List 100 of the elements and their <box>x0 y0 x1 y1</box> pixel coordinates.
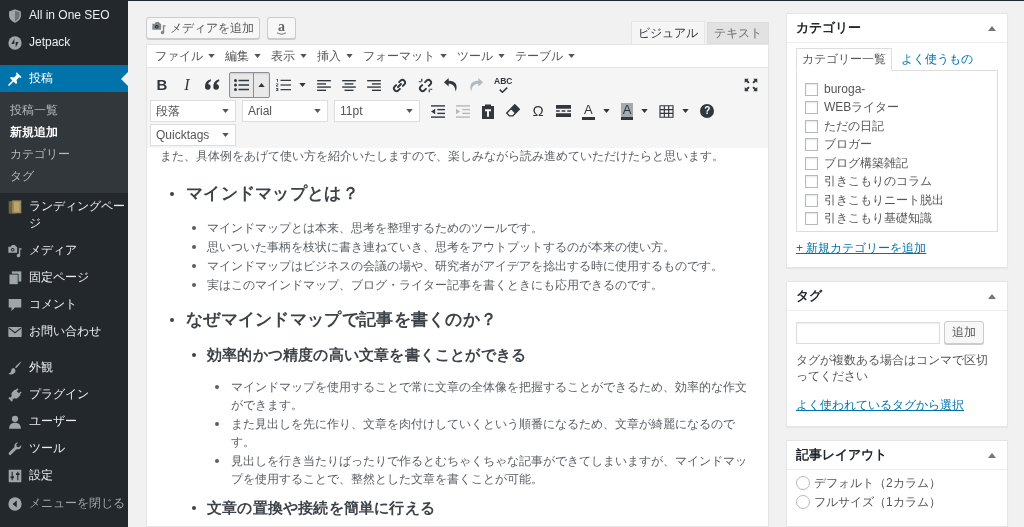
submenu-item[interactable]: カテゴリー <box>0 143 128 165</box>
editor-content-field[interactable] <box>146 148 769 527</box>
checkbox[interactable] <box>805 212 818 226</box>
text-color-button[interactable]: A <box>577 99 615 123</box>
special-character-button[interactable]: Ω <box>526 99 550 123</box>
sidebar-menu-item[interactable]: 外観 <box>0 354 128 381</box>
books-icon <box>8 199 22 214</box>
panel-title: タグ <box>796 287 822 305</box>
caret-up-icon[interactable] <box>988 452 996 458</box>
checkmark-icon <box>498 87 508 93</box>
caret-up-icon[interactable] <box>988 25 996 31</box>
current-pointer-icon <box>121 71 128 86</box>
paintbrush-icon <box>8 360 22 375</box>
caret-up-icon[interactable] <box>988 293 996 299</box>
checkbox[interactable] <box>805 101 818 115</box>
submenu-item[interactable]: 投稿一覧 <box>0 99 128 121</box>
list-item-text: 見出しを行き当たりばったりで作るとむちゃくちゃな記事ができてしまいますが、マインドマップを使用することで、整然とした文章を書くことが可能。 <box>231 453 748 488</box>
sidebar-menu-item[interactable]: All in One SEO <box>0 2 128 29</box>
editor-tab[interactable]: テキスト <box>707 22 769 44</box>
submenu-item[interactable]: タグ <box>0 165 128 187</box>
bullet-icon <box>215 385 219 389</box>
bullet-list-button[interactable] <box>229 72 270 98</box>
bullet-icon <box>192 353 196 357</box>
outdent-icon <box>431 104 445 118</box>
panel-title: カテゴリー <box>796 19 861 37</box>
bold-button[interactable]: B <box>150 72 174 98</box>
sidebar-menu-item[interactable]: 固定ページ <box>0 264 128 291</box>
caret-down-icon <box>602 109 610 113</box>
checkbox[interactable] <box>805 138 818 152</box>
popular-tags-link[interactable]: よく使われているタグから選択 <box>796 397 964 414</box>
menu-item[interactable]: ツール <box>452 46 510 66</box>
bullet-icon <box>192 506 196 510</box>
checkbox[interactable] <box>805 193 818 207</box>
menu-item[interactable]: ファイル <box>150 46 220 66</box>
collapse-menu-button[interactable]: メニューを閉じる <box>0 489 128 517</box>
list-item-text: 実はこのマインドマップ、ブログ・ライター記事を書くときにも応用できるのです。 <box>207 277 663 294</box>
sidebar-menu-item[interactable]: 投稿 <box>0 65 128 92</box>
category-tab[interactable]: よく使うもの <box>892 48 982 71</box>
submenu-item[interactable]: 新規追加 <box>0 121 128 143</box>
dropdown-select[interactable]: 11pt <box>334 100 420 122</box>
spellcheck-button[interactable]: ABC <box>489 72 518 98</box>
dropdown-select[interactable]: 段落 <box>150 100 236 122</box>
wrench-icon <box>8 441 22 456</box>
help-button[interactable]: ? <box>695 99 720 123</box>
sidebar-menu-item[interactable]: メディア <box>0 237 128 264</box>
sidebar-menu-item[interactable]: ランディングページ <box>0 193 128 237</box>
sidebar-menu-item[interactable]: お問い合わせ <box>0 318 128 345</box>
list-item-text: 思いついた事柄を枝状に書き連ねていき、思考をアウトプットするのが本来の使い方。 <box>207 239 675 256</box>
logo-button[interactable]: a <box>267 17 296 39</box>
sidebar-menu-item[interactable]: Jetpack <box>0 29 128 56</box>
link-icon <box>392 77 407 93</box>
italic-button[interactable]: I <box>175 72 199 98</box>
category-label: 引きこもりニート脱出 <box>824 191 944 209</box>
align-left-icon <box>317 79 331 91</box>
bullet-list-icon <box>234 79 249 91</box>
category-tab[interactable]: カテゴリー一覧 <box>796 48 892 71</box>
heading-text: なぜマインドマップで記事を書くのか？ <box>186 309 498 331</box>
editor-tab[interactable]: ビジュアル <box>631 21 705 44</box>
category-label: buroga- <box>824 82 866 97</box>
caret-down-icon <box>440 54 447 58</box>
menu-item[interactable]: 表示 <box>266 46 312 66</box>
table-grid-icon <box>659 104 675 118</box>
tag-input-field[interactable] <box>796 321 940 344</box>
sidebar-menu-item[interactable]: 設定 <box>0 462 128 489</box>
checkbox[interactable] <box>805 156 818 170</box>
caret-down-icon <box>682 109 690 113</box>
radio-button[interactable] <box>796 495 810 509</box>
shield-icon <box>8 8 22 23</box>
menu-item[interactable]: 編集 <box>220 46 266 66</box>
camera-music-icon <box>8 243 22 258</box>
clipboard-icon <box>482 103 494 119</box>
background-color-button[interactable]: A <box>615 99 654 123</box>
add-tag-button[interactable]: 追加 <box>944 321 984 344</box>
dropdown-select[interactable]: Quicktags <box>150 124 236 146</box>
add-media-button[interactable]: メディアを追加 <box>146 17 260 39</box>
hint-text: タグが複数ある場合はコンマで区切ってください <box>796 352 989 384</box>
menu-item[interactable]: テーブル <box>510 46 580 66</box>
category-label: ただの日記 <box>824 117 884 135</box>
radio-button[interactable] <box>796 476 810 490</box>
bullet-icon <box>170 192 174 196</box>
speech-bubble-icon <box>8 297 22 312</box>
category-label: WEBライター <box>824 99 900 117</box>
caret-down-icon <box>406 109 413 113</box>
sidebar-menu-item[interactable]: ユーザー <box>0 408 128 435</box>
sidebar-menu-item[interactable]: ツール <box>0 435 128 462</box>
camera-music-icon <box>152 21 166 35</box>
checkbox[interactable] <box>805 82 818 96</box>
quote-icon <box>205 79 220 91</box>
checkbox[interactable] <box>805 175 818 189</box>
add-category-link[interactable]: + 新規カテゴリーを追加 <box>796 240 927 257</box>
radio-label: デフォルト（2カラム） <box>814 474 941 492</box>
checkbox[interactable] <box>805 119 818 133</box>
menu-item[interactable]: フォーマット <box>358 46 452 66</box>
caret-down-icon <box>208 54 215 58</box>
dropdown-select[interactable]: Arial <box>242 100 328 122</box>
category-label: ブロガー <box>824 136 872 154</box>
menu-item[interactable]: 挿入 <box>312 46 358 66</box>
sidebar-menu-item[interactable]: コメント <box>0 291 128 318</box>
heading-text: マインドマップとは？ <box>186 183 359 205</box>
sidebar-menu-item[interactable]: プラグイン <box>0 381 128 408</box>
